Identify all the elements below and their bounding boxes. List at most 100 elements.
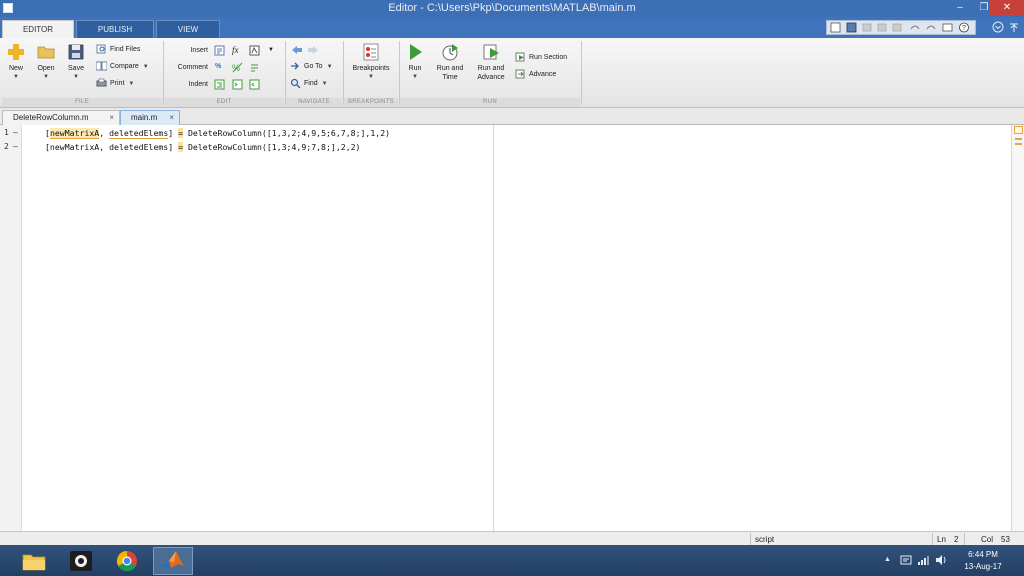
insert-section-icon[interactable] — [214, 45, 225, 56]
smart-indent-icon[interactable] — [214, 79, 225, 90]
doc-tab-label: main.m — [131, 113, 158, 122]
find-files-icon — [96, 44, 106, 54]
code-editor[interactable]: 1 – 2 – [newMatrixA, deletedElems] = Del… — [0, 125, 1024, 531]
insert-button[interactable]: Insert — [156, 45, 208, 57]
run-label: Run — [408, 65, 422, 72]
volume-icon[interactable] — [935, 554, 947, 566]
line-dash-marker[interactable]: – — [13, 142, 18, 151]
close-button[interactable]: ✕ — [990, 0, 1024, 16]
wrap-comments-icon[interactable] — [249, 62, 260, 73]
insert-function-box-icon[interactable] — [249, 45, 260, 56]
ribbon-separator — [399, 41, 400, 105]
navigate-section-label: NAVIGATE — [286, 98, 342, 107]
code-token: ] — [168, 128, 179, 138]
save-button[interactable]: Save ▼ — [63, 42, 89, 81]
minimize-button[interactable]: – — [948, 0, 972, 16]
insert-function-button[interactable]: fx — [232, 44, 239, 56]
code-line-1[interactable]: [newMatrixA, deletedElems] = DeleteRowCo… — [45, 128, 391, 139]
warning-marker[interactable] — [1015, 143, 1022, 145]
insert-dropdown-icon[interactable]: ▼ — [268, 44, 274, 56]
uncomment-icon[interactable]: % — [232, 62, 243, 73]
network-signal-icon[interactable] — [917, 554, 931, 566]
taskbar-matlab[interactable] — [153, 547, 193, 575]
advance-label: Advance — [529, 71, 557, 78]
goto-label: Go To — [304, 63, 323, 70]
code-token-warning[interactable]: deletedElems — [109, 128, 169, 139]
taskbar-camera-app[interactable] — [61, 547, 101, 575]
save-dropdown-icon: ▼ — [73, 74, 79, 80]
quick-access-toolbar: ? — [826, 20, 976, 35]
close-tab-icon[interactable]: × — [109, 111, 114, 125]
run-play-icon — [410, 44, 422, 60]
quick-access-icons-icon[interactable]: ? — [827, 21, 977, 34]
goto-dropdown-icon: ▼ — [326, 64, 333, 70]
run-and-time-label-2: Time — [442, 74, 458, 81]
tab-view[interactable]: VIEW — [156, 20, 220, 38]
status-ln-label: Ln — [937, 535, 946, 544]
status-mode: script — [755, 535, 775, 544]
plus-icon — [8, 44, 24, 60]
ribbon-separator — [285, 41, 286, 105]
line-dash-marker[interactable]: – — [13, 128, 18, 137]
run-and-advance-label-2: Advance — [477, 74, 505, 81]
compare-dropdown-icon: ▼ — [142, 64, 149, 70]
new-label: New — [8, 65, 23, 72]
close-tab-icon[interactable]: × — [169, 111, 174, 125]
new-button[interactable]: New ▼ — [4, 42, 28, 81]
comment-button[interactable]: Comment — [156, 62, 208, 74]
run-and-time-button[interactable]: Run and Time — [432, 42, 468, 82]
compare-button[interactable]: Compare ▼ — [96, 61, 149, 73]
status-divider — [750, 533, 751, 545]
run-and-advance-label-1: Run and — [477, 65, 505, 72]
run-button[interactable]: Run ▼ — [403, 42, 427, 81]
run-section-label-group: RUN — [400, 98, 580, 107]
find-label: Find — [304, 80, 318, 87]
doc-tab-deleterowcolumn[interactable]: DeleteRowColumn.m × — [2, 110, 120, 125]
run-and-time-icon — [442, 44, 458, 61]
open-button[interactable]: Open ▼ — [33, 42, 59, 81]
code-analyzer-indicator-icon[interactable] — [1014, 126, 1023, 134]
find-button[interactable]: Find ▼ — [290, 78, 328, 90]
taskbar-chrome[interactable] — [107, 547, 147, 575]
taskbar-clock[interactable]: 6:44 PM 13-Aug-17 — [950, 549, 1016, 573]
warning-marker[interactable] — [1015, 138, 1022, 140]
code-token-warning[interactable]: newMatrixA — [49, 128, 100, 139]
floppy-disk-icon — [68, 44, 84, 60]
decrease-indent-icon[interactable] — [249, 79, 260, 90]
indent-button[interactable]: Indent — [156, 79, 208, 91]
tab-publish[interactable]: PUBLISH — [76, 20, 154, 38]
code-token: DeleteRowColumn([1,3,2;4,9,5;6,7,8;],1,2… — [183, 128, 391, 138]
status-ln-value: 2 — [954, 535, 959, 544]
run-and-time-label-1: Run and — [436, 65, 464, 72]
action-center-icon[interactable] — [900, 554, 912, 566]
back-forward-icon[interactable] — [290, 44, 320, 56]
line-number-gutter[interactable]: 1 – 2 – — [0, 125, 22, 531]
breakpoints-button[interactable]: Breakpoints ▼ — [346, 42, 396, 81]
advance-button[interactable]: Advance — [515, 69, 556, 81]
compare-icon — [96, 61, 107, 71]
print-button[interactable]: Print ▼ — [96, 78, 134, 90]
window-title: Editor - C:\Users\Pkp\Documents\MATLAB\m… — [388, 2, 636, 14]
status-divider — [932, 533, 933, 545]
run-section-button[interactable]: Run Section — [515, 52, 567, 64]
vertical-scrollbar[interactable] — [1011, 125, 1024, 531]
code-line-2[interactable]: [newMatrixA, deletedElems] = DeleteRowCo… — [45, 142, 361, 152]
doc-tab-main[interactable]: main.m × — [120, 110, 180, 125]
breakpoints-section-label: BREAKPOINTS — [344, 98, 398, 107]
goto-button[interactable]: Go To ▼ — [290, 61, 333, 73]
increase-indent-icon[interactable] — [232, 79, 243, 90]
print-dropdown-icon: ▼ — [128, 81, 135, 87]
help-expand-icon[interactable] — [992, 21, 1004, 33]
tab-editor[interactable]: EDITOR — [2, 20, 74, 38]
ribbon-separator — [581, 41, 582, 105]
taskbar-file-explorer[interactable] — [14, 547, 54, 575]
run-section-label: Run Section — [529, 54, 568, 61]
file-section-label: FILE — [2, 98, 162, 107]
show-hidden-icons-icon[interactable]: ▲ — [884, 556, 891, 563]
save-label: Save — [68, 65, 84, 72]
run-dropdown-icon: ▼ — [412, 74, 418, 80]
find-files-button[interactable]: Find Files — [96, 44, 140, 56]
collapse-ribbon-icon[interactable] — [1008, 21, 1020, 33]
run-and-advance-button[interactable]: Run and Advance — [472, 42, 510, 82]
comment-percent-button[interactable]: % — [215, 61, 221, 73]
